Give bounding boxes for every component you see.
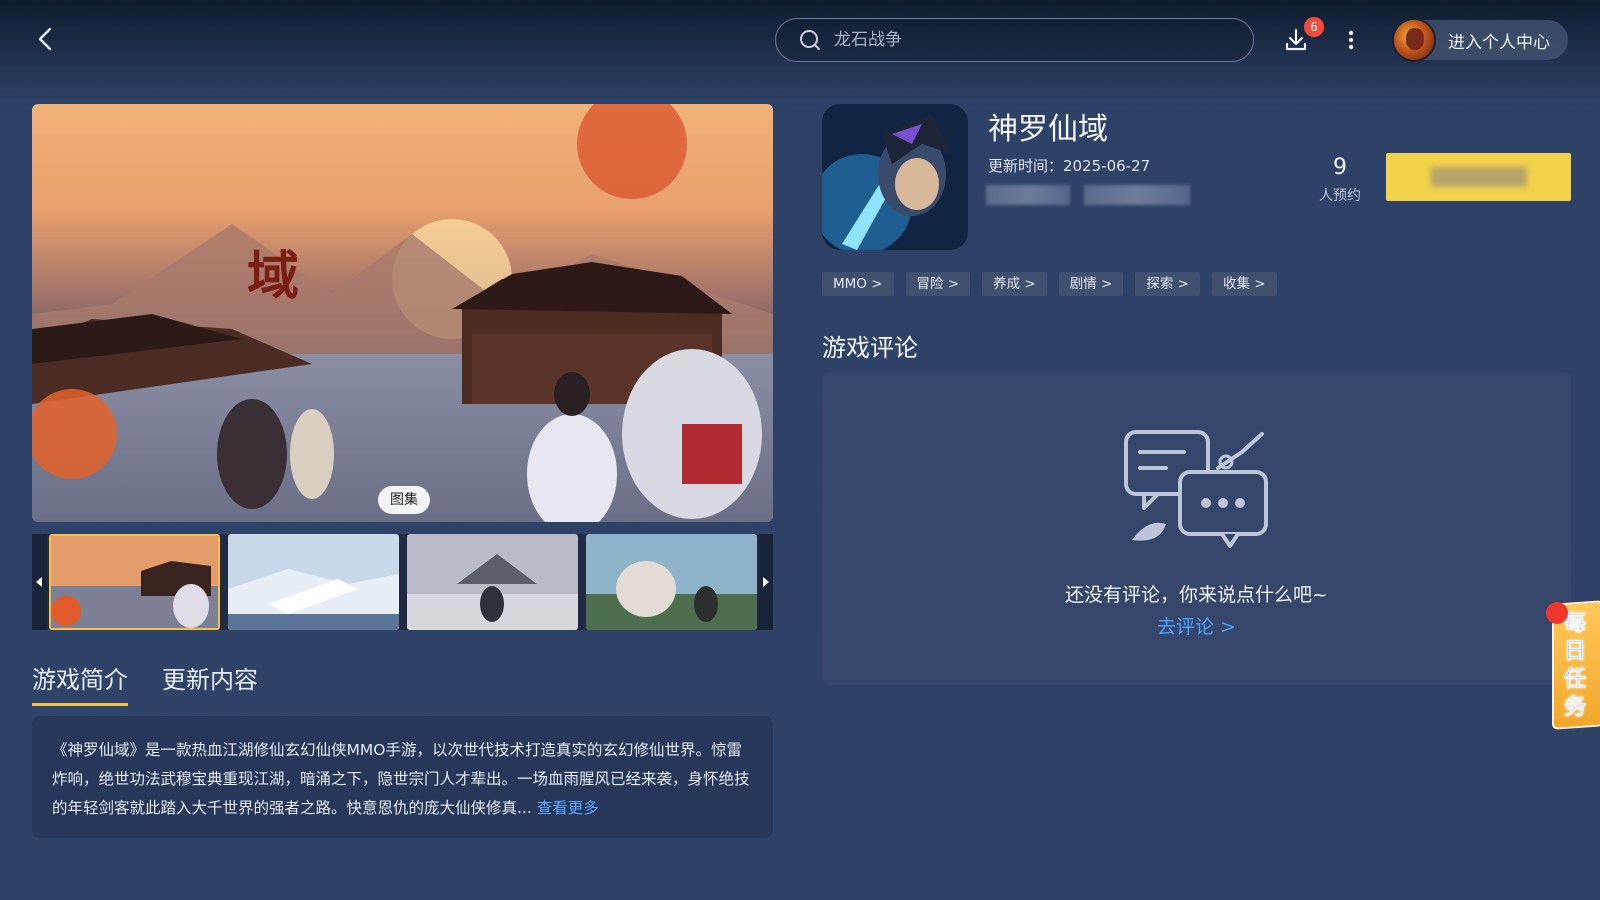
search-input[interactable]: [834, 30, 1253, 50]
more-vertical-icon: [1348, 30, 1354, 50]
hero-screenshot[interactable]: 域: [32, 104, 773, 522]
caret-left-icon: [36, 577, 43, 587]
reservation-label: 人预约: [1319, 188, 1361, 204]
search-icon: [800, 30, 820, 50]
profile-center-label: 进入个人中心: [1448, 32, 1550, 53]
top-bar: 6 进入个人中心: [0, 0, 1600, 80]
description-text: 《神罗仙域》是一款热血江湖修仙玄幻仙侠MMO手游，以次世代技术打造真实的玄幻修仙…: [52, 741, 750, 817]
more-options-button[interactable]: [1342, 26, 1360, 54]
thumbnail-4[interactable]: [585, 534, 757, 630]
thumbnail-1[interactable]: [48, 534, 220, 630]
write-review-link[interactable]: 去评论 >: [822, 612, 1571, 639]
back-button[interactable]: [30, 22, 64, 56]
tag-mmo[interactable]: MMO >: [822, 272, 894, 296]
reviews-panel: 还没有评论，你来说点什么吧~ 去评论 >: [822, 372, 1571, 685]
tab-intro[interactable]: 游戏简介: [32, 660, 128, 706]
thumbnail-strip: [32, 534, 773, 630]
tag-explore[interactable]: 探索 >: [1135, 272, 1200, 296]
thumbnail-prev-button[interactable]: [32, 534, 47, 630]
view-more-link[interactable]: 查看更多: [537, 799, 599, 817]
thumbnail-3[interactable]: [406, 534, 578, 630]
thumbnail-2[interactable]: [227, 534, 399, 630]
chat-bubbles-icon: [1124, 430, 1268, 548]
redacted-info-1: [986, 185, 1070, 205]
tag-cultivation[interactable]: 养成 >: [982, 272, 1047, 296]
daily-task-widget[interactable]: 每日任务: [1546, 600, 1600, 730]
reserve-button-label-redacted: [1430, 167, 1527, 187]
game-icon: [822, 104, 968, 250]
download-count-badge: 6: [1304, 17, 1324, 37]
tag-story[interactable]: 剧情 >: [1058, 272, 1124, 296]
redacted-info-2: [1084, 185, 1190, 205]
reviews-title: 游戏评论: [822, 334, 918, 362]
thumbnail-next-button[interactable]: [758, 534, 773, 630]
tab-updates[interactable]: 更新内容: [162, 660, 258, 706]
search-bar[interactable]: [775, 18, 1254, 62]
tag-adventure[interactable]: 冒险 >: [905, 272, 971, 296]
back-arrow-icon: [38, 27, 52, 51]
daily-task-label: 每日任务: [1564, 611, 1587, 721]
game-description: 《神罗仙域》是一款热血江湖修仙玄幻仙侠MMO手游，以次世代技术打造真实的玄幻修仙…: [32, 716, 773, 838]
avatar: [1392, 18, 1436, 62]
hero-scene-image: 域: [32, 104, 773, 522]
tag-collect[interactable]: 收集 >: [1211, 272, 1277, 296]
game-tags: MMO > 冒险 > 养成 > 剧情 > 探索 > 收集 >: [822, 272, 1277, 296]
no-reviews-message: 还没有评论，你来说点什么吧~: [1065, 584, 1328, 606]
reservation-count: 9: [1333, 155, 1347, 180]
info-tabs: 游戏简介 更新内容: [32, 660, 258, 706]
daily-task-notification-dot: [1546, 602, 1568, 624]
update-time: 更新时间：2025-06-27: [988, 157, 1151, 175]
caret-right-icon: [762, 577, 769, 587]
svg-text:域: 域: [247, 246, 299, 307]
profile-center-button[interactable]: 进入个人中心: [1392, 18, 1568, 62]
game-title: 神罗仙域: [988, 112, 1108, 147]
gallery-button[interactable]: 图集: [378, 486, 430, 514]
reserve-button[interactable]: [1386, 153, 1571, 201]
